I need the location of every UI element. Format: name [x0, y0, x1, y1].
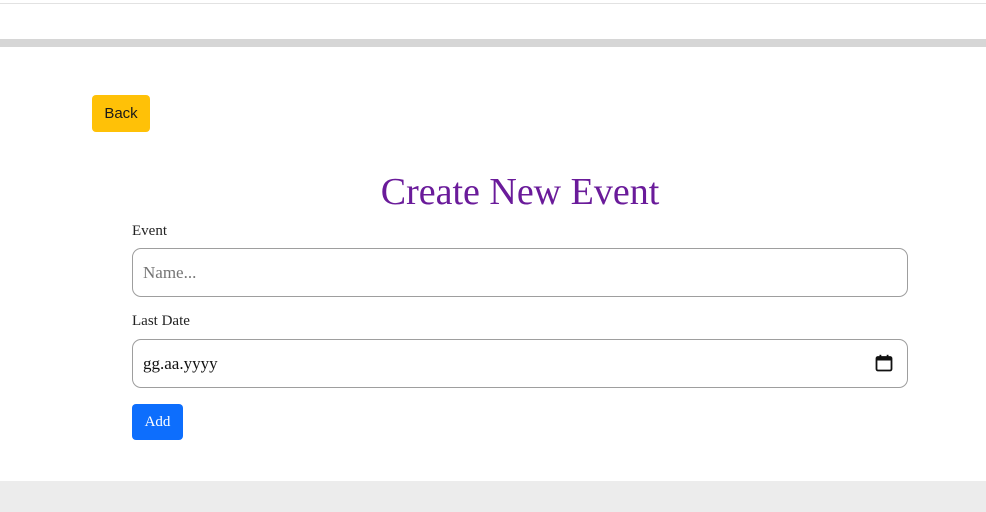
add-button[interactable]: Add	[132, 404, 183, 440]
back-button[interactable]: Back	[92, 95, 150, 132]
last-date-input[interactable]: gg.aa.yyyy	[132, 339, 908, 388]
last-date-value: gg.aa.yyyy	[143, 354, 218, 373]
event-name-field-wrapper	[132, 248, 908, 297]
header-band	[0, 39, 986, 47]
event-label: Event	[132, 223, 167, 239]
header-divider	[0, 3, 986, 4]
event-name-input[interactable]	[133, 249, 907, 296]
footer	[0, 481, 986, 512]
calendar-icon[interactable]	[875, 354, 893, 372]
last-date-label: Last Date	[132, 313, 190, 329]
page-title: Create New Event	[380, 171, 660, 213]
